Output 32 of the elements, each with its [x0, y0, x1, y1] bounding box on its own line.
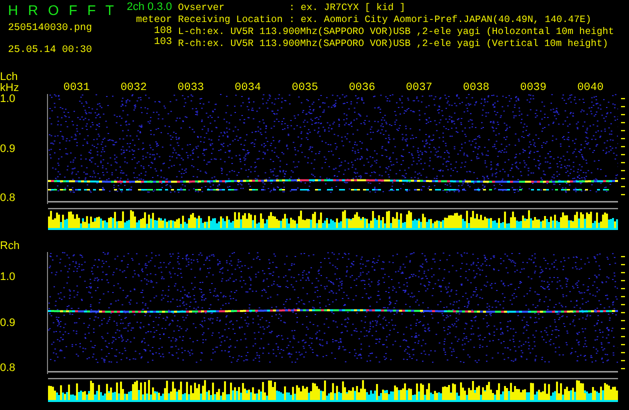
time-label: 0033 — [178, 82, 204, 94]
unit-label: kHz — [0, 83, 20, 94]
axis-label: 1.0 — [0, 272, 16, 283]
channel-label: Lch — [0, 72, 19, 83]
axis-label: 0.9 — [0, 318, 16, 328]
time-label: 0035 — [292, 82, 318, 94]
time-label: 0038 — [463, 82, 490, 94]
info-value: : ex. JR7CYX [ kid ] — [289, 2, 406, 14]
time-label: 0036 — [348, 82, 376, 94]
version-label: 2ch 0.3.0 — [126, 2, 172, 13]
info-label: Receiving Location — [178, 14, 284, 26]
channel-info: R-ch:ex. UV5R 113.900Mhz(SAPPORO VOR)USB ,2-ele yagi (Vertical 10m height) — [178, 38, 610, 50]
meteor-label: meteor — [136, 15, 172, 26]
info-label: Ovserver — [178, 2, 226, 14]
time-label: 0031 — [63, 82, 90, 94]
axis-label: 1.0 — [0, 94, 16, 105]
meteor-count: 108 — [154, 26, 172, 37]
meteor-count: 103 — [154, 37, 172, 48]
time-label: 0032 — [120, 82, 147, 94]
axis-label: 0.9 — [0, 144, 16, 154]
channel-label: Rch — [0, 241, 21, 252]
timestamp: 25.05.14 00:30 — [8, 45, 94, 56]
time-label: 0034 — [234, 82, 262, 94]
time-label: 0037 — [406, 82, 432, 94]
channel-info: L-ch:ex. UV5R 113.900Mhz(SAPPORO VOR)USB ,2-ele yagi (Holozontal 10m height — [178, 26, 616, 38]
time-label: 0039 — [520, 82, 546, 94]
file-name: 2505140030.png — [8, 23, 94, 34]
time-label: 0040 — [577, 82, 604, 94]
axis-label: 0.8 — [0, 363, 16, 374]
info-value: : ex. Aomori City Aomori-Pref.JAPAN(40.49N, 140.47E) — [289, 14, 592, 26]
axis-label: 0.8 — [0, 193, 16, 204]
app-title: H R O F F T — [8, 2, 115, 18]
